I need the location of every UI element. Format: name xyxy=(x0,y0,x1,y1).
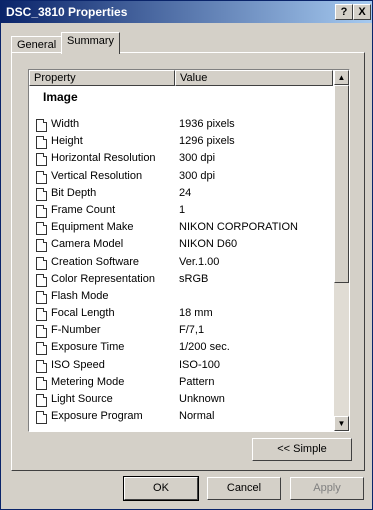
property-value: 300 dpi xyxy=(179,152,216,165)
property-value: sRGB xyxy=(179,272,209,285)
column-header-property[interactable]: Property xyxy=(29,70,175,86)
list-rows: Image Width 1936 pixels Height 1296 pixels H… xyxy=(29,88,333,425)
document-icon xyxy=(36,394,47,407)
property-name: Horizontal Resolution xyxy=(51,152,156,165)
summary-panel: Property Value Image Width 1936 pixels Hei… xyxy=(11,52,365,471)
document-icon xyxy=(36,342,47,356)
list-item[interactable]: Horizontal Resolution 300 dpi xyxy=(29,150,333,167)
list-item[interactable]: Metering Mode Pattern xyxy=(29,374,333,391)
scroll-up-arrow-icon[interactable]: ▲ xyxy=(334,70,349,85)
property-name: ISO Speed xyxy=(51,358,105,371)
apply-button[interactable]: Apply xyxy=(290,477,364,500)
property-name: Focal Length xyxy=(51,307,115,320)
property-value: NIKON D60 xyxy=(179,238,238,251)
document-icon xyxy=(36,308,47,322)
list-item[interactable]: Bit Depth 24 xyxy=(29,185,333,202)
vertical-scrollbar[interactable]: ▲ ▼ xyxy=(334,70,349,431)
cancel-button[interactable]: Cancel xyxy=(207,477,281,500)
property-value: 18 mm xyxy=(179,307,213,320)
document-icon xyxy=(36,136,47,150)
property-value: Ver.1.00 xyxy=(179,255,220,268)
property-name: Exposure Program xyxy=(51,410,143,423)
list-item[interactable]: Color Representation sRGB xyxy=(29,271,333,288)
list-item[interactable]: Light Source Unknown xyxy=(29,391,333,408)
property-name: F-Number xyxy=(51,324,101,337)
title-bar[interactable]: DSC_3810 Properties ? X xyxy=(1,1,372,23)
document-icon xyxy=(36,222,47,236)
property-value: 1/200 sec. xyxy=(179,341,230,354)
scroll-down-arrow-icon[interactable]: ▼ xyxy=(334,416,349,431)
property-value: 1936 pixels xyxy=(179,118,235,130)
property-name: Frame Count xyxy=(51,203,116,216)
document-icon xyxy=(36,256,47,270)
list-item[interactable]: F-Number F/7,1 xyxy=(29,322,333,339)
property-value: Unknown xyxy=(179,393,225,405)
list-item[interactable]: Exposure Time 1/200 sec. xyxy=(29,339,333,356)
property-value: Normal xyxy=(179,410,215,423)
scroll-thumb[interactable] xyxy=(334,85,349,283)
simple-button[interactable]: << Simple xyxy=(252,438,352,461)
document-icon xyxy=(36,204,47,218)
document-icon xyxy=(36,325,47,339)
property-value: 300 dpi xyxy=(179,169,216,182)
list-item[interactable]: Flash Mode xyxy=(29,288,333,305)
property-name: Light Source xyxy=(51,393,113,405)
document-icon xyxy=(36,290,47,304)
property-value: Pattern xyxy=(179,375,215,388)
property-value: 24 xyxy=(179,186,192,199)
list-item[interactable]: Vertical Resolution 300 dpi xyxy=(29,168,333,185)
property-name: Camera Model xyxy=(51,238,124,251)
ok-button[interactable]: OK xyxy=(123,476,199,501)
list-item[interactable]: Exposure Program Normal xyxy=(29,408,333,425)
property-name: Height xyxy=(51,135,83,148)
property-name: Exposure Time xyxy=(51,341,125,354)
property-name: Equipment Make xyxy=(51,221,134,234)
property-value: 1 xyxy=(179,203,186,216)
property-name: Metering Mode xyxy=(51,375,125,388)
list-header: Property Value xyxy=(29,70,333,86)
document-icon xyxy=(36,359,47,373)
column-header-value[interactable]: Value xyxy=(175,70,333,86)
property-value: ISO-100 xyxy=(179,358,220,371)
document-icon xyxy=(36,273,47,287)
close-button[interactable]: X xyxy=(353,4,371,20)
property-name: Creation Software xyxy=(51,255,140,268)
group-header-image: Image xyxy=(43,90,78,104)
list-item[interactable]: Equipment Make NIKON CORPORATION xyxy=(29,219,333,236)
document-icon xyxy=(36,376,47,390)
document-icon xyxy=(36,239,47,253)
property-name: Bit Depth xyxy=(51,186,97,199)
list-item[interactable]: ISO Speed ISO-100 xyxy=(29,357,333,374)
document-icon xyxy=(36,119,47,132)
properties-list[interactable]: Property Value Image Width 1936 pixels Hei… xyxy=(28,69,350,432)
properties-window: DSC_3810 Properties ? X General Summary … xyxy=(0,0,373,510)
list-item[interactable]: Focal Length 18 mm xyxy=(29,305,333,322)
document-icon xyxy=(36,187,47,201)
list-item[interactable]: Height 1296 pixels xyxy=(29,133,333,150)
property-value: F/7,1 xyxy=(179,324,205,337)
document-icon xyxy=(36,411,47,425)
list-item[interactable]: Frame Count 1 xyxy=(29,202,333,219)
property-name: Flash Mode xyxy=(51,289,109,302)
property-name: Width xyxy=(51,118,80,130)
help-button[interactable]: ? xyxy=(335,4,353,20)
document-icon xyxy=(36,153,47,167)
property-name: Color Representation xyxy=(51,272,155,285)
list-item[interactable]: Camera Model NIKON D60 xyxy=(29,236,333,253)
document-icon xyxy=(36,170,47,184)
property-value: NIKON CORPORATION xyxy=(179,221,298,234)
tab-summary[interactable]: Summary xyxy=(61,32,121,54)
list-item[interactable]: Creation Software Ver.1.00 xyxy=(29,254,333,271)
window-title: DSC_3810 Properties xyxy=(6,5,128,19)
property-name: Vertical Resolution xyxy=(51,169,143,182)
property-value: 1296 pixels xyxy=(179,135,235,148)
list-item[interactable]: Width 1936 pixels xyxy=(29,116,333,133)
